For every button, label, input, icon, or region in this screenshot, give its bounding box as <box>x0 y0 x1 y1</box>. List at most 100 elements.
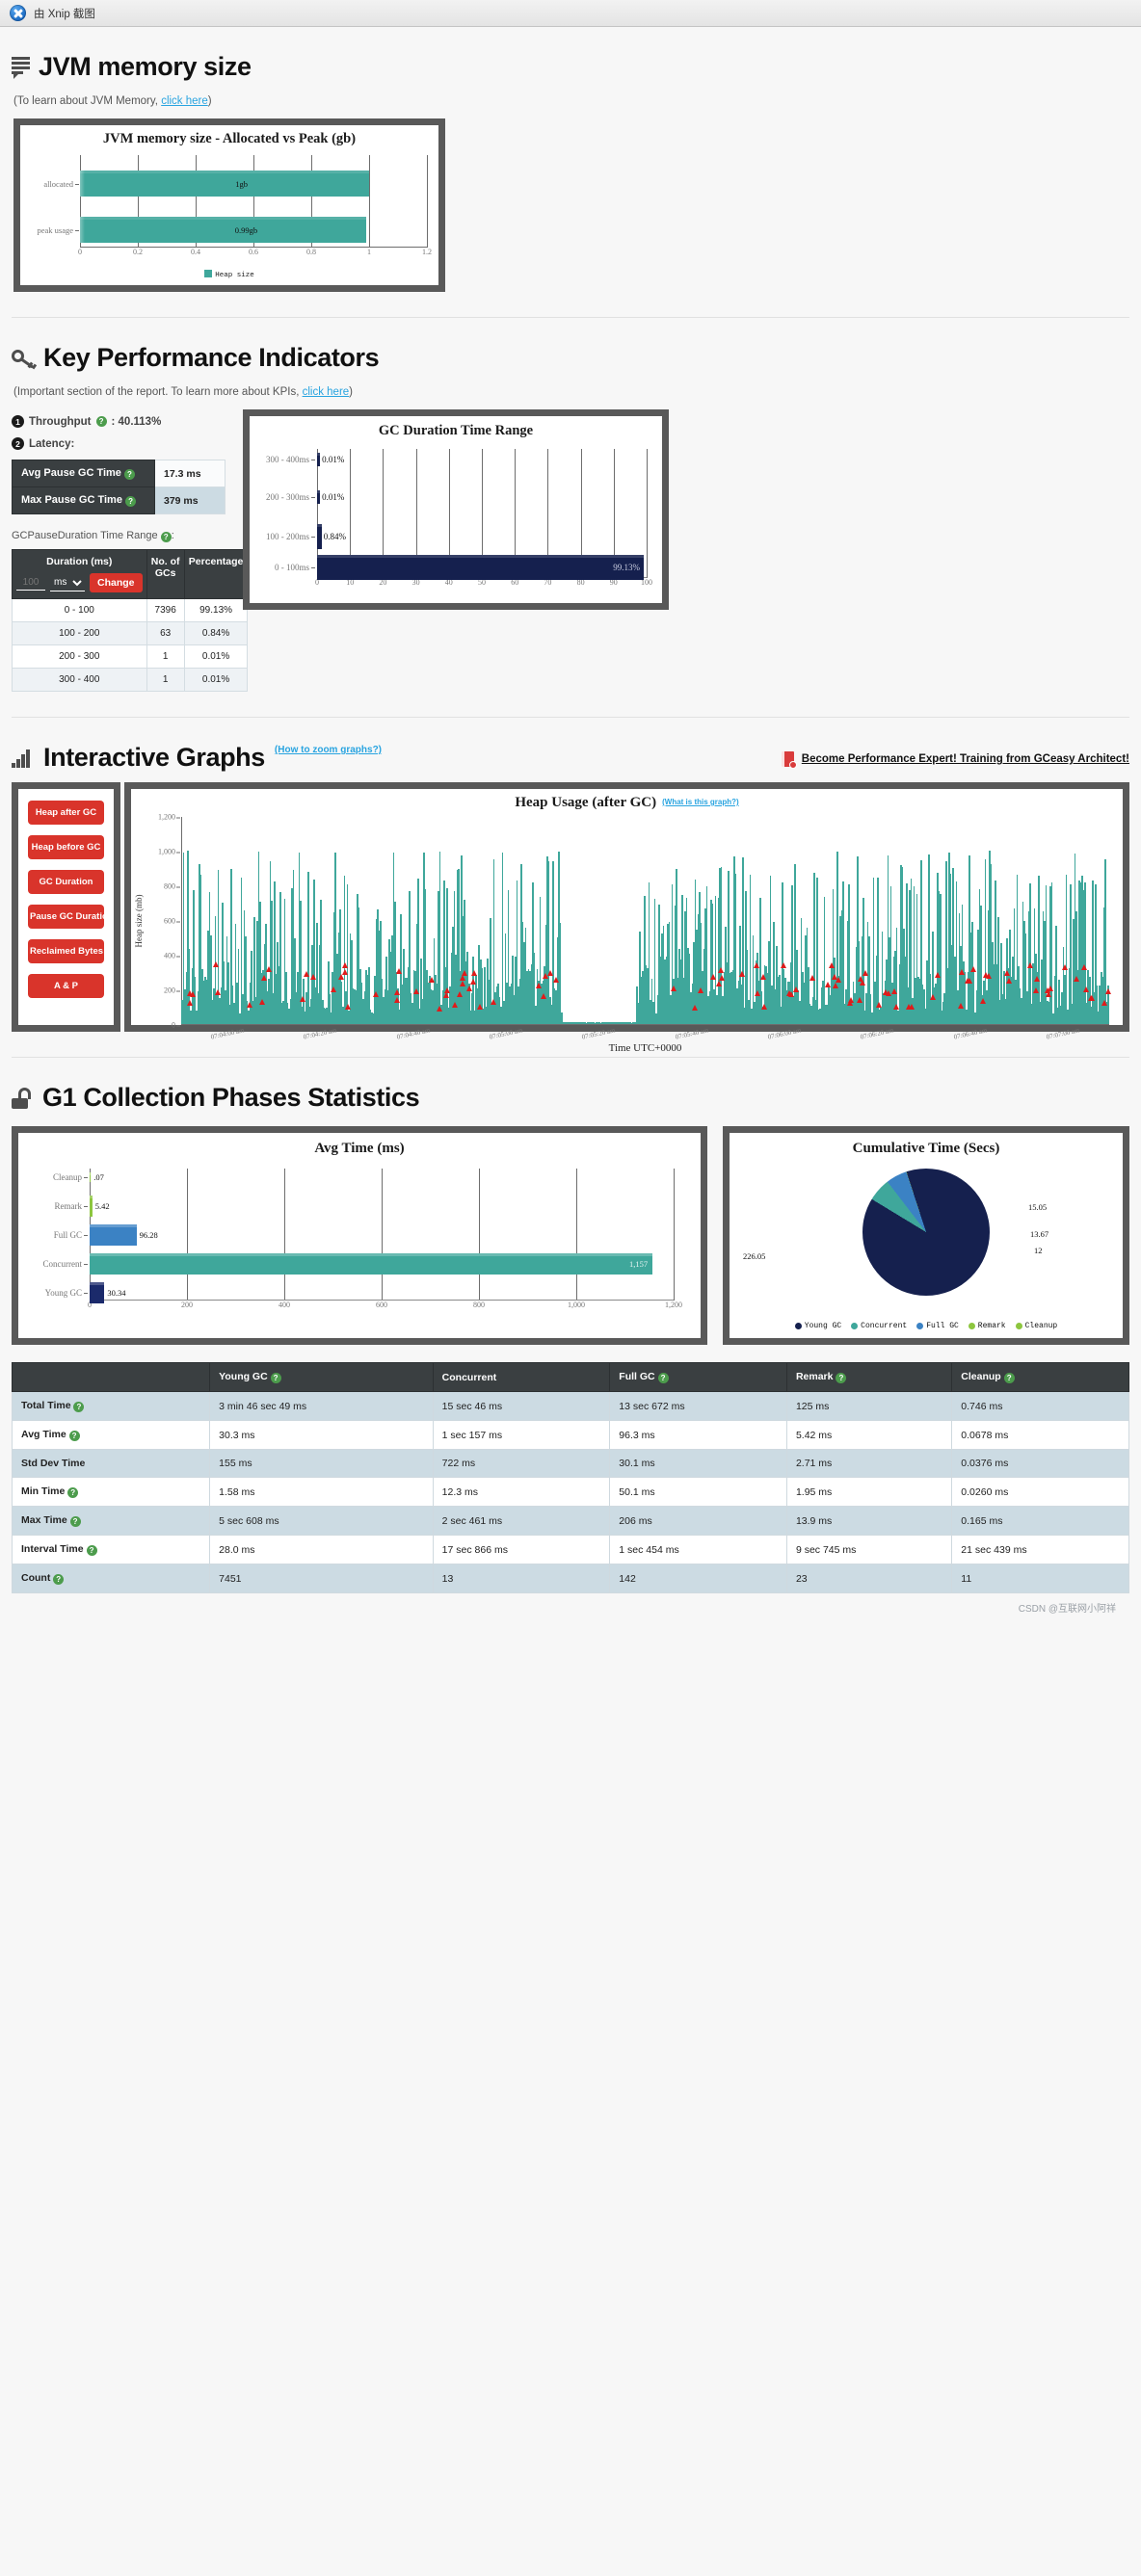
table-row: Std Dev Time 155 ms 722 ms 30.1 ms 2.71 ms 0… <box>11 1449 1129 1478</box>
axis-tick-label: 07:06:40 am <box>952 1026 988 1041</box>
help-icon-full-gc[interactable]: ? <box>657 1373 669 1383</box>
pie-legend-cleanup: Cleanup <box>1015 1322 1057 1330</box>
graph-button-pause-gc-duration[interactable]: Pause GC Duration <box>28 905 114 929</box>
kpi-note: (Important section of the report. To lea… <box>13 386 1129 398</box>
help-icon-cleanup[interactable]: ? <box>1003 1373 1015 1383</box>
stats-row-label: Interval Time ? <box>11 1535 211 1564</box>
full-gc-marker <box>189 990 196 997</box>
stats-cell: 206 ms <box>609 1506 787 1536</box>
axis-tick-label: 1.2 <box>422 248 432 256</box>
avg-bar-cleanup: .07 <box>90 1172 104 1182</box>
jvm-note-prefix: (To learn about JVM Memory, <box>13 95 158 107</box>
full-gc-marker <box>856 997 862 1004</box>
kpi-note-prefix: (Important section of the report. To lea… <box>13 386 300 398</box>
table-row: 0 - 100 7396 99.13% <box>12 598 249 622</box>
gc-duration-ylabel-0-100: 0 - 100ms <box>275 563 317 572</box>
full-gc-marker <box>760 974 767 981</box>
page-title-kpi: Key Performance Indicators <box>12 343 1129 373</box>
pie-legend-remark: Remark <box>968 1322 1006 1330</box>
interactive-graphs-body: Heap after GC Heap before GC GC Duration… <box>12 782 1129 1054</box>
heap-usage-chart: Heap Usage (after GC) (What is this graph… <box>124 782 1129 1054</box>
stats-cell: 28.0 ms <box>209 1535 434 1564</box>
help-icon-avg-pause[interactable]: ? <box>124 469 135 480</box>
data-spike <box>559 922 562 1024</box>
table-header-row: Young GC ? Concurrent Full GC ? Remark ?… <box>11 1362 1129 1392</box>
kpi-left-column: 1 Throughput ? : 40.113% 2 Latency: Avg … <box>12 409 249 692</box>
kpi-learn-link[interactable]: click here <box>303 386 350 398</box>
full-gc-marker <box>443 992 450 999</box>
jvm-bar-row-allocated: allocated 1gb <box>43 171 369 197</box>
duration-unit-select[interactable]: ms sec <box>50 574 85 591</box>
kpi-badge-1: 1 <box>12 415 24 428</box>
full-gc-marker <box>832 982 838 988</box>
duration-threshold-input[interactable] <box>16 575 45 591</box>
help-icon-min-time[interactable]: ? <box>67 1487 79 1498</box>
gc-duration-row-0-100: 0 - 100ms 99.13% <box>275 555 645 580</box>
gridline <box>674 1169 675 1301</box>
how-to-zoom-link[interactable]: (How to zoom graphs?) <box>275 745 382 755</box>
pie-label-young-gc: 226.05 <box>743 1251 766 1261</box>
gc-duration-row-200-300: 200 - 300ms 0.01% <box>266 490 344 504</box>
jvm-ylabel-peak: peak usage <box>37 225 80 235</box>
divider-3 <box>12 1057 1129 1058</box>
cumulative-pie-legend: Young GC Concurrent Full GC Remark Clean… <box>730 1322 1123 1338</box>
full-gc-marker <box>1005 977 1012 984</box>
graph-button-a-and-p[interactable]: A & P <box>28 974 104 998</box>
range-header-gcs: No. of GCs <box>146 549 185 599</box>
graph-button-heap-after-gc[interactable]: Heap after GC <box>28 801 104 825</box>
stats-cell: 1.58 ms <box>209 1477 434 1507</box>
page-title-interactive-graphs: Interactive Graphs <box>12 743 265 773</box>
kpi-throughput-label: Throughput <box>29 415 92 428</box>
range-cell-gcs: 1 <box>146 644 185 669</box>
interactive-graphs-heading-text: Interactive Graphs <box>43 743 265 772</box>
avg-row-concurrent: Concurrent 1,157 <box>43 1253 653 1275</box>
jvm-memory-learn-link[interactable]: click here <box>161 95 208 107</box>
avg-bar-younggc: 30.34 <box>90 1282 125 1303</box>
range-cell-pct: 0.84% <box>183 621 249 645</box>
full-gc-marker <box>304 971 310 978</box>
table-row: Interval Time ? 28.0 ms 17 sec 866 ms 1 sec… <box>11 1535 1129 1564</box>
full-gc-marker <box>470 970 477 977</box>
avg-ylabel-younggc: Young GC <box>45 1288 90 1298</box>
kpi-note-suffix: ) <box>349 386 354 398</box>
help-icon-interval-time[interactable]: ? <box>86 1545 97 1556</box>
jvm-bar-row-peak: peak usage 0.99gb <box>37 217 366 243</box>
data-spike <box>501 853 504 1024</box>
help-icon-avg-time[interactable]: ? <box>68 1431 80 1441</box>
avg-value-younggc: 30.34 <box>107 1288 126 1298</box>
axis-tick-label: 1 <box>367 248 371 256</box>
training-promo-link[interactable]: Become Performance Expert! Training from… <box>781 750 1129 769</box>
axis-tick-label: 0.8 <box>306 248 316 256</box>
gc-duration-row-100-200: 100 - 200ms 0.84% <box>266 524 346 549</box>
help-icon-young-gc[interactable]: ? <box>270 1373 281 1383</box>
graph-button-heap-before-gc[interactable]: Heap before GC <box>28 835 104 859</box>
avg-time-xticks: 0 200 400 600 800 1,000 1,200 <box>88 1301 682 1318</box>
gc-pause-range-colon: : <box>171 530 174 541</box>
graph-button-reclaimed-bytes[interactable]: Reclaimed Bytes <box>28 939 104 963</box>
range-cell-gcs: 1 <box>146 668 185 692</box>
full-gc-marker <box>260 975 267 982</box>
help-icon-remark[interactable]: ? <box>836 1373 847 1383</box>
help-icon-max-pause[interactable]: ? <box>125 496 137 507</box>
range-cell-pct: 0.01% <box>183 668 249 692</box>
jvm-memory-note: (To learn about JVM Memory, click here) <box>13 95 1129 107</box>
stats-header-cleanup: Cleanup ? <box>951 1362 1129 1392</box>
graph-button-gc-duration[interactable]: GC Duration <box>28 870 104 894</box>
data-spike <box>438 851 441 1024</box>
data-spike <box>306 871 309 1024</box>
change-button[interactable]: Change <box>90 573 143 592</box>
stats-row-label: Max Time ? <box>11 1506 211 1536</box>
help-icon-count[interactable]: ? <box>53 1574 65 1585</box>
help-icon-max-time[interactable]: ? <box>69 1516 81 1527</box>
gridline <box>427 155 428 248</box>
full-gc-marker <box>451 1002 458 1009</box>
help-icon-pause-range[interactable]: ? <box>160 532 172 542</box>
stats-cell: 155 ms <box>209 1449 434 1478</box>
full-gc-marker <box>373 991 380 998</box>
g1-charts-row: Avg Time (ms) 0 200 400 600 800 1,000 1,200 Cl… <box>12 1126 1129 1345</box>
what-is-this-graph-link[interactable]: (What is this graph?) <box>662 798 739 806</box>
pie-label-remark: 12 <box>1034 1246 1043 1255</box>
full-gc-marker <box>395 968 402 975</box>
help-icon-total-time[interactable]: ? <box>73 1402 85 1412</box>
help-icon-throughput[interactable]: ? <box>95 416 107 427</box>
